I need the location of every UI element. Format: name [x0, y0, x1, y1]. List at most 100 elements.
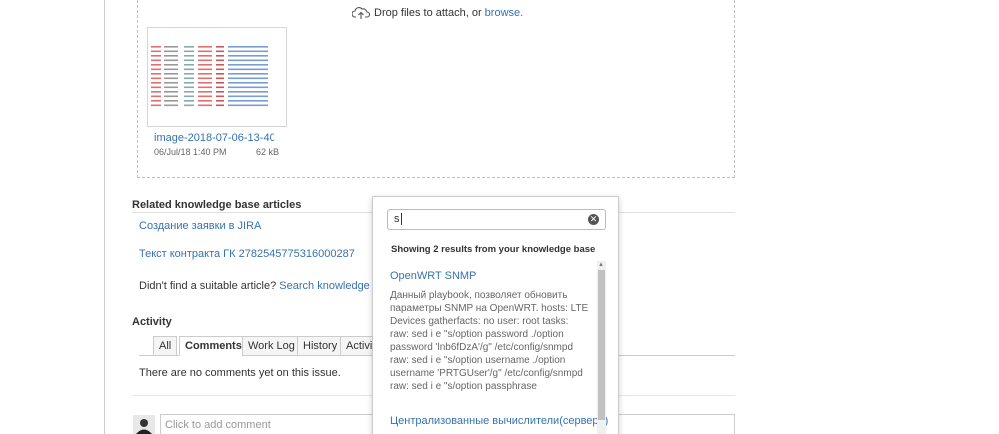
thumbnail-row-mark [198, 104, 212, 107]
thumbnail-row-mark [184, 86, 194, 89]
thumbnail-row-mark [198, 91, 212, 93]
thumbnail-row-mark [151, 73, 161, 75]
tab-history[interactable]: History [297, 336, 344, 356]
thumbnail-row-mark [228, 100, 268, 102]
avatar [133, 415, 155, 434]
thumbnail-row-mark [184, 55, 194, 57]
thumbnail-row-mark [216, 95, 224, 98]
kb-search-query: s [394, 213, 400, 225]
thumbnail-row-mark [151, 82, 161, 84]
kb-article-link[interactable]: Текст контракта ГК 2782545775316000287 [139, 248, 355, 260]
thumbnail-image [148, 28, 286, 126]
attachment-thumbnail[interactable] [147, 27, 287, 127]
thumbnail-row-mark [164, 91, 178, 93]
thumbnail-row-mark [151, 68, 161, 71]
tab-all[interactable]: All [153, 336, 178, 356]
thumbnail-row-mark [184, 104, 194, 107]
thumbnail-row-mark [216, 55, 224, 57]
thumbnail-row-mark [151, 100, 161, 102]
thumbnail-row-mark [184, 91, 194, 93]
thumbnail-row-mark [198, 73, 212, 75]
thumbnail-row-mark [216, 91, 224, 93]
thumbnail-row-mark [184, 82, 194, 84]
kb-result-title[interactable]: Централизованные вычислители(сервера) [390, 415, 608, 427]
thumbnail-row-mark [198, 46, 212, 48]
thumbnail-row-mark [216, 46, 224, 48]
thumbnail-row-mark [151, 64, 161, 66]
attachment-date: 06/Jul/18 1:40 PM [154, 147, 227, 157]
thumbnail-row-mark [228, 82, 268, 84]
drop-files-row: Drop files to attach, or browse. [352, 6, 523, 20]
thumbnail-row-mark [184, 64, 194, 66]
related-kb-title: Related knowledge base articles [132, 199, 302, 211]
thumbnail-row-mark [184, 100, 194, 102]
browse-link[interactable]: browse. [485, 7, 524, 19]
drop-files-text: Drop files to attach, or [374, 7, 482, 19]
thumbnail-row-mark [164, 82, 178, 84]
tab-work-log[interactable]: Work Log [242, 336, 301, 356]
thumbnail-row-mark [184, 59, 194, 62]
thumbnail-row-mark [164, 104, 178, 107]
thumbnail-row-mark [164, 86, 178, 89]
thumbnail-row-mark [151, 55, 161, 57]
thumbnail-row-mark [216, 68, 224, 71]
thumbnail-row-mark [164, 55, 178, 57]
thumbnail-row-mark [164, 46, 178, 48]
scrollbar-thumb[interactable] [598, 270, 605, 420]
thumbnail-row-mark [184, 77, 194, 80]
thumbnail-row-mark [198, 68, 212, 71]
thumbnail-row-mark [198, 77, 212, 80]
attachment-dropzone[interactable]: Drop files to attach, or browse. image-2… [137, 0, 735, 178]
cloud-upload-icon [352, 7, 370, 19]
thumbnail-row-mark [164, 64, 178, 66]
thumbnail-row-mark [228, 50, 268, 53]
attachment-file-name[interactable]: image-2018-07-06-13-40-14 [154, 132, 274, 144]
thumbnail-row-mark [198, 59, 212, 62]
kb-search-input[interactable]: s ✕ [387, 209, 606, 230]
thumbnail-row-mark [228, 95, 268, 98]
thumbnail-row-mark [198, 50, 212, 53]
tab-comments[interactable]: Comments [179, 336, 248, 356]
thumbnail-row-mark [164, 100, 178, 102]
thumbnail-row-mark [216, 50, 224, 53]
attachment-size: 62 kB [256, 147, 280, 157]
results-header: Showing 2 results from your knowledge ba… [391, 244, 596, 255]
thumbnail-row-mark [228, 64, 268, 66]
thumbnail-row-mark [151, 77, 161, 80]
thumbnail-row-mark [228, 73, 268, 75]
thumbnail-row-mark [151, 59, 161, 62]
thumbnail-row-mark [164, 68, 178, 71]
thumbnail-row-mark [198, 95, 212, 98]
kb-result-title[interactable]: OpenWRT SNMP [390, 270, 476, 282]
thumbnail-row-mark [228, 55, 268, 57]
thumbnail-row-mark [216, 82, 224, 84]
thumbnail-row-mark [228, 86, 268, 89]
thumbnail-row-mark [151, 86, 161, 89]
thumbnail-row-mark [198, 64, 212, 66]
thumbnail-row-mark [184, 68, 194, 71]
thumbnail-row-mark [164, 50, 178, 53]
user-avatar-icon [136, 419, 152, 434]
kb-article-link[interactable]: Создание заявки в JIRA [139, 220, 261, 232]
results-scrollbar[interactable]: ▲ [597, 261, 606, 434]
thumbnail-row-mark [216, 77, 224, 80]
thumbnail-row-mark [151, 95, 161, 98]
thumbnail-row-mark [216, 104, 224, 107]
no-comments-text: There are no comments yet on this issue. [139, 367, 341, 379]
thumbnail-row-mark [198, 100, 212, 102]
thumbnail-row-mark [216, 64, 224, 66]
thumbnail-row-mark [164, 73, 178, 75]
kb-result-snippet: Данный playbook, позволяет обновить пара… [390, 290, 589, 392]
thumbnail-row-mark [216, 100, 224, 102]
text-cursor [400, 213, 402, 225]
thumbnail-row-mark [228, 59, 268, 62]
thumbnail-row-mark [151, 104, 161, 107]
thumbnail-row-mark [198, 86, 212, 89]
thumbnail-row-mark [228, 77, 268, 80]
scroll-up-arrow-icon[interactable]: ▲ [598, 262, 604, 268]
thumbnail-row-mark [184, 95, 194, 98]
thumbnail-row-mark [228, 104, 268, 107]
clear-icon[interactable]: ✕ [588, 214, 599, 225]
thumbnail-row-mark [151, 46, 161, 48]
thumbnail-row-mark [164, 77, 178, 80]
